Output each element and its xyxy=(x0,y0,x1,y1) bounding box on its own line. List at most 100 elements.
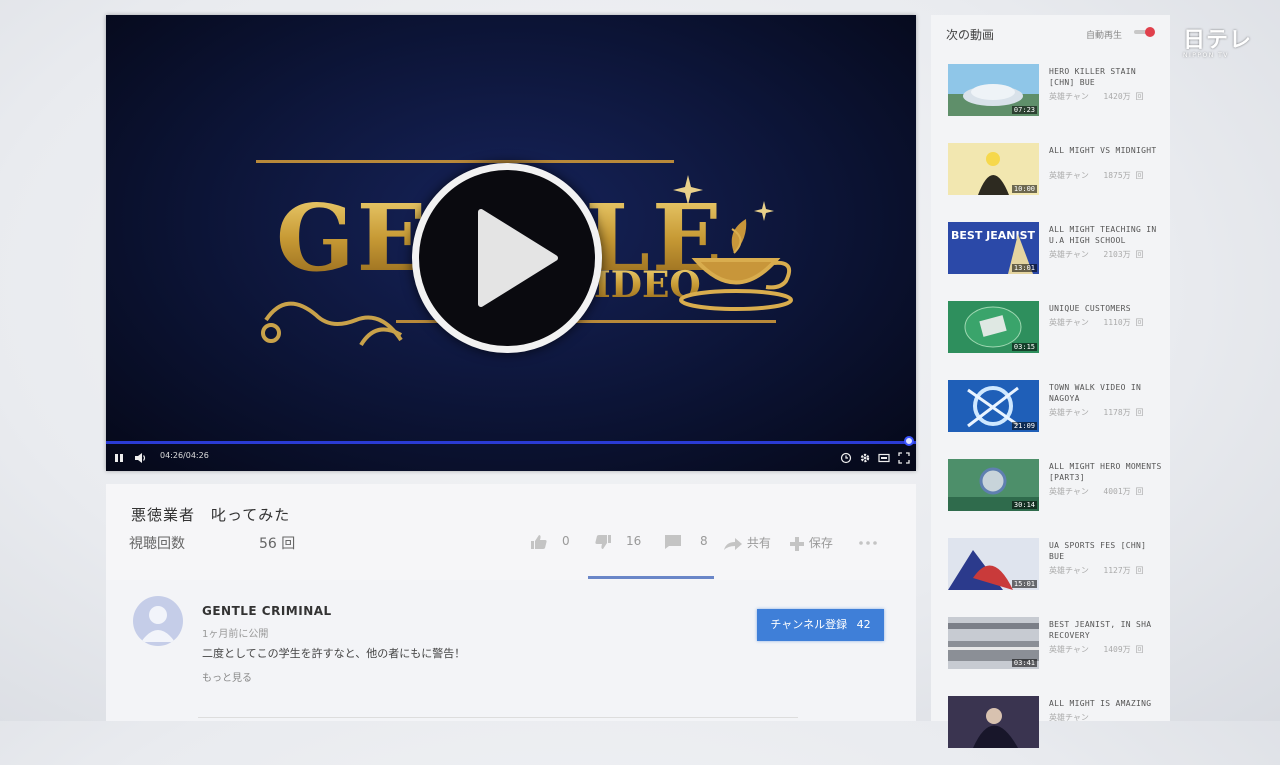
related-video-channel: 英雄チャン xyxy=(1049,487,1089,496)
play-icon xyxy=(478,209,558,307)
clock-icon[interactable] xyxy=(840,452,852,467)
gear-icon[interactable] xyxy=(859,452,871,467)
user-icon xyxy=(141,606,175,642)
watermark-logo: 日テレ xyxy=(1183,28,1253,53)
related-video-thumbnail[interactable]: 30:14 xyxy=(948,459,1039,511)
related-video-views: 2103万 回 xyxy=(1103,250,1144,259)
related-video-meta: 英雄チャン xyxy=(1049,712,1103,723)
duration-badge: 15:01 xyxy=(1011,580,1037,588)
duration-badge: 07:23 xyxy=(1011,106,1037,114)
duration-badge: 10:00 xyxy=(1011,185,1037,193)
video-title: 悪徳業者 叱ってみた xyxy=(131,506,291,524)
channel-name[interactable]: GENTLE CRIMINAL xyxy=(202,604,332,618)
related-video-title[interactable]: ALL MIGHT IS AMAZING xyxy=(1049,698,1164,709)
related-video-item[interactable]: 03:15 UNIQUE CUSTOMERS 英雄チャン 1110万 回 xyxy=(931,292,1170,370)
active-tab-indicator xyxy=(588,576,714,579)
related-video-channel: 英雄チャン xyxy=(1049,250,1089,259)
up-next-title: 次の動画 xyxy=(946,28,995,42)
related-video-views: 1127万 回 xyxy=(1103,566,1144,575)
theater-mode-icon[interactable] xyxy=(878,452,890,467)
views-count: 56 回 xyxy=(259,536,296,552)
more-icon xyxy=(859,541,877,545)
related-video-item[interactable]: 21:09 TOWN WALK VIDEO IN NAGOYA 英雄チャン 1178… xyxy=(931,371,1170,449)
autoplay-toggle[interactable] xyxy=(1134,27,1155,37)
related-video-item[interactable]: 10:00 ALL MIGHT VS MIDNIGHT 英雄チャン 1875万 回 xyxy=(931,134,1170,212)
subscribe-button[interactable]: チャンネル登録 42 xyxy=(757,609,884,641)
duration-badge: 21:09 xyxy=(1011,422,1037,430)
share-label: 共有 xyxy=(746,536,771,550)
related-video-item[interactable]: 30:14 ALL MIGHT HERO MOMENTS [PART3] 英雄チャン… xyxy=(931,450,1170,528)
related-video-meta: 英雄チャン 4001万 回 xyxy=(1049,486,1143,497)
time-display: 04:26/04:26 xyxy=(160,451,209,460)
related-video-meta: 英雄チャン 1178万 回 xyxy=(1049,407,1143,418)
related-video-meta: 英雄チャン 1420万 回 xyxy=(1049,91,1143,102)
related-video-thumbnail[interactable]: BEST JEANIST 13:01 xyxy=(948,222,1039,274)
related-video-channel: 英雄チャン xyxy=(1049,408,1089,417)
related-video-views: 1178万 回 xyxy=(1103,408,1144,417)
svg-text:BEST JEANIST: BEST JEANIST xyxy=(951,229,1035,242)
related-video-item[interactable]: ALL MIGHT IS AMAZING 英雄チャン xyxy=(931,687,1170,765)
related-video-item[interactable]: 07:23 HERO KILLER STAIN [CHN] BUE 英雄チャン 14… xyxy=(931,55,1170,133)
duration-badge: 03:41 xyxy=(1011,659,1037,667)
related-video-thumbnail[interactable]: 21:09 xyxy=(948,380,1039,432)
volume-icon[interactable] xyxy=(134,452,146,467)
fullscreen-icon[interactable] xyxy=(898,452,910,467)
broadcaster-watermark: 日テレ NIPPON TV xyxy=(1183,22,1252,59)
related-video-channel: 英雄チャン xyxy=(1049,318,1089,327)
video-description: 二度としてこの学生を許すなと、他の者にもに警告！ xyxy=(202,647,466,660)
flourish-ornament xyxy=(261,301,403,347)
like-button[interactable] xyxy=(530,534,548,550)
related-video-item[interactable]: 03:41 BEST JEANIST, IN SHA RECOVERY 英雄チャン … xyxy=(931,608,1170,686)
show-more-link[interactable]: もっと見る xyxy=(202,669,252,684)
video-player[interactable]: GENTLE VIDEO 04:26/0 xyxy=(106,15,916,471)
related-video-channel: 英雄チャン xyxy=(1049,171,1089,180)
duration-badge: 03:15 xyxy=(1011,343,1037,351)
comment-button[interactable] xyxy=(664,534,682,550)
more-options-button[interactable] xyxy=(858,534,878,550)
related-video-title[interactable]: UA SPORTS FES [CHN] BUE xyxy=(1049,540,1164,562)
related-video-title[interactable]: BEST JEANIST, IN SHA RECOVERY xyxy=(1049,619,1164,641)
share-button[interactable]: 共有 xyxy=(723,534,771,552)
thumbs-down-icon xyxy=(595,535,611,549)
related-video-thumbnail[interactable]: 03:15 xyxy=(948,301,1039,353)
duration-badge: 13:01 xyxy=(1011,264,1037,272)
publish-date: 1ヶ月前に公開 xyxy=(202,629,269,640)
related-video-title[interactable]: HERO KILLER STAIN [CHN] BUE xyxy=(1049,66,1164,88)
related-video-channel: 英雄チャン xyxy=(1049,566,1089,575)
related-video-thumbnail[interactable]: 07:23 xyxy=(948,64,1039,116)
play-button[interactable] xyxy=(412,163,602,353)
related-video-meta: 英雄チャン 1127万 回 xyxy=(1049,565,1143,576)
related-video-meta: 英雄チャン 1409万 回 xyxy=(1049,644,1143,655)
dislike-button[interactable] xyxy=(594,534,612,550)
comment-count: 8 xyxy=(700,534,708,548)
pause-icon[interactable] xyxy=(114,453,124,466)
duration-badge: 30:14 xyxy=(1011,501,1037,509)
related-video-views: 1875万 回 xyxy=(1103,171,1144,180)
progress-bar[interactable] xyxy=(106,441,916,444)
related-video-item[interactable]: BEST JEANIST 13:01 ALL MIGHT TEACHING IN U… xyxy=(931,213,1170,291)
like-count: 0 xyxy=(562,534,570,548)
related-video-title[interactable]: ALL MIGHT VS MIDNIGHT xyxy=(1049,145,1164,156)
related-video-thumbnail[interactable] xyxy=(948,696,1039,748)
save-button[interactable]: 保存 xyxy=(789,534,833,552)
related-video-thumbnail[interactable]: 10:00 xyxy=(948,143,1039,195)
related-video-title[interactable]: ALL MIGHT TEACHING IN U.A HIGH SCHOOL xyxy=(1049,224,1164,246)
related-video-thumbnail[interactable]: 03:41 xyxy=(948,617,1039,669)
related-video-views: 1420万 回 xyxy=(1103,92,1144,101)
video-info-panel: 悪徳業者 叱ってみた 視聴回数 56 回 0 16 8 共有 保存 xyxy=(106,484,916,580)
related-video-title[interactable]: ALL MIGHT HERO MOMENTS [PART3] xyxy=(1049,461,1164,483)
plus-icon xyxy=(790,536,804,551)
channel-panel: GENTLE CRIMINAL 1ヶ月前に公開 二度としてこの学生を許すなと、他… xyxy=(106,580,916,721)
avatar[interactable] xyxy=(133,596,183,646)
subscribe-label: チャンネル登録 xyxy=(770,618,848,631)
related-video-thumbnail[interactable]: 15:01 xyxy=(948,538,1039,590)
autoplay-label: 自動再生 xyxy=(1086,31,1123,41)
related-video-title[interactable]: TOWN WALK VIDEO IN NAGOYA xyxy=(1049,382,1164,404)
related-video-views: 1110万 回 xyxy=(1103,318,1144,327)
related-video-item[interactable]: 15:01 UA SPORTS FES [CHN] BUE 英雄チャン 1127万 … xyxy=(931,529,1170,607)
share-icon xyxy=(724,537,742,550)
progress-scrubber[interactable] xyxy=(904,436,914,446)
related-video-title[interactable]: UNIQUE CUSTOMERS xyxy=(1049,303,1164,314)
related-video-meta: 英雄チャン 1110万 回 xyxy=(1049,317,1143,328)
related-video-views: 4001万 回 xyxy=(1103,487,1144,496)
